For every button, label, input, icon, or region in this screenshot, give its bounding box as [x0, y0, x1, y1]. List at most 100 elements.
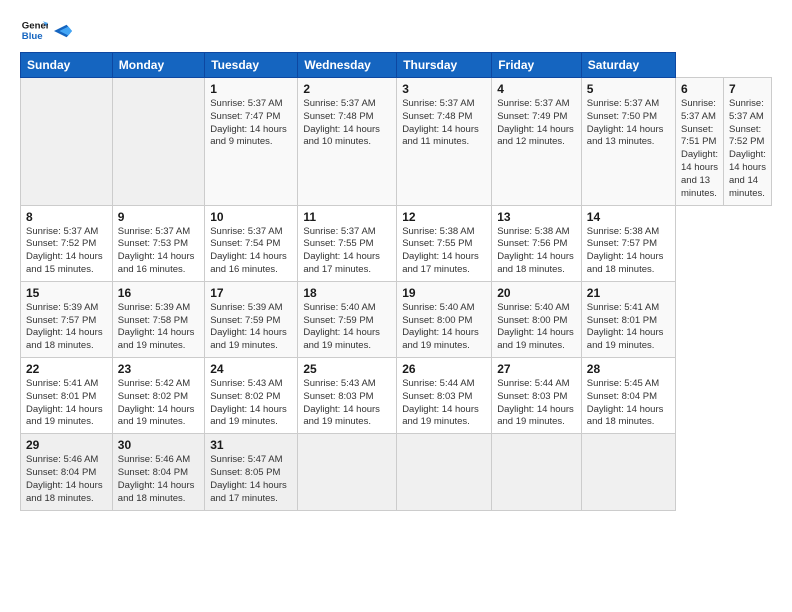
- calendar-day-cell: 26 Sunrise: 5:44 AMSunset: 8:03 PMDaylig…: [397, 358, 492, 434]
- day-info: Sunrise: 5:41 AMSunset: 8:01 PMDaylight:…: [26, 378, 107, 429]
- page: General Blue SundayM: [0, 0, 792, 612]
- calendar-day-cell: 8 Sunrise: 5:37 AMSunset: 7:52 PMDayligh…: [21, 205, 113, 281]
- day-number: 8: [26, 210, 107, 224]
- day-info: Sunrise: 5:37 AMSunset: 7:48 PMDaylight:…: [303, 98, 391, 149]
- calendar-day-cell: 19 Sunrise: 5:40 AMSunset: 8:00 PMDaylig…: [397, 281, 492, 357]
- calendar-week-row: 22 Sunrise: 5:41 AMSunset: 8:01 PMDaylig…: [21, 358, 772, 434]
- calendar-day-cell: 15 Sunrise: 5:39 AMSunset: 7:57 PMDaylig…: [21, 281, 113, 357]
- calendar-header-day: Tuesday: [205, 53, 298, 78]
- calendar-week-row: 1 Sunrise: 5:37 AMSunset: 7:47 PMDayligh…: [21, 78, 772, 206]
- calendar-day-cell: 31 Sunrise: 5:47 AMSunset: 8:05 PMDaylig…: [205, 434, 298, 510]
- day-info: Sunrise: 5:37 AMSunset: 7:54 PMDaylight:…: [210, 226, 292, 277]
- calendar-day-cell: [298, 434, 397, 510]
- day-info: Sunrise: 5:39 AMSunset: 7:57 PMDaylight:…: [26, 302, 107, 353]
- day-number: 31: [210, 438, 292, 452]
- day-number: 13: [497, 210, 576, 224]
- day-number: 5: [587, 82, 670, 96]
- day-number: 11: [303, 210, 391, 224]
- calendar-week-row: 8 Sunrise: 5:37 AMSunset: 7:52 PMDayligh…: [21, 205, 772, 281]
- day-number: 20: [497, 286, 576, 300]
- logo-icon: General Blue: [20, 16, 48, 44]
- calendar-day-cell: 17 Sunrise: 5:39 AMSunset: 7:59 PMDaylig…: [205, 281, 298, 357]
- day-number: 22: [26, 362, 107, 376]
- day-number: 3: [402, 82, 486, 96]
- calendar-day-cell: 20 Sunrise: 5:40 AMSunset: 8:00 PMDaylig…: [492, 281, 582, 357]
- calendar-header: SundayMondayTuesdayWednesdayThursdayFrid…: [21, 53, 772, 78]
- calendar-header-day: Friday: [492, 53, 582, 78]
- day-number: 10: [210, 210, 292, 224]
- day-info: Sunrise: 5:40 AMSunset: 8:00 PMDaylight:…: [497, 302, 576, 353]
- calendar-day-cell: [21, 78, 113, 206]
- day-info: Sunrise: 5:37 AMSunset: 7:52 PMDaylight:…: [729, 98, 766, 201]
- calendar-day-cell: 23 Sunrise: 5:42 AMSunset: 8:02 PMDaylig…: [112, 358, 204, 434]
- day-info: Sunrise: 5:37 AMSunset: 7:47 PMDaylight:…: [210, 98, 292, 149]
- calendar-day-cell: 30 Sunrise: 5:46 AMSunset: 8:04 PMDaylig…: [112, 434, 204, 510]
- svg-text:Blue: Blue: [22, 31, 43, 42]
- calendar-table: SundayMondayTuesdayWednesdayThursdayFrid…: [20, 52, 772, 511]
- day-info: Sunrise: 5:44 AMSunset: 8:03 PMDaylight:…: [497, 378, 576, 429]
- day-number: 21: [587, 286, 670, 300]
- day-number: 26: [402, 362, 486, 376]
- day-number: 28: [587, 362, 670, 376]
- calendar-day-cell: 9 Sunrise: 5:37 AMSunset: 7:53 PMDayligh…: [112, 205, 204, 281]
- day-number: 1: [210, 82, 292, 96]
- day-info: Sunrise: 5:46 AMSunset: 8:04 PMDaylight:…: [26, 454, 107, 505]
- calendar-header-day: Sunday: [21, 53, 113, 78]
- calendar-week-row: 29 Sunrise: 5:46 AMSunset: 8:04 PMDaylig…: [21, 434, 772, 510]
- calendar-day-cell: 12 Sunrise: 5:38 AMSunset: 7:55 PMDaylig…: [397, 205, 492, 281]
- day-info: Sunrise: 5:40 AMSunset: 7:59 PMDaylight:…: [303, 302, 391, 353]
- calendar-day-cell: 25 Sunrise: 5:43 AMSunset: 8:03 PMDaylig…: [298, 358, 397, 434]
- calendar-day-cell: 7 Sunrise: 5:37 AMSunset: 7:52 PMDayligh…: [723, 78, 771, 206]
- calendar-day-cell: 21 Sunrise: 5:41 AMSunset: 8:01 PMDaylig…: [581, 281, 675, 357]
- logo: General Blue: [20, 16, 72, 44]
- day-number: 30: [118, 438, 199, 452]
- day-number: 18: [303, 286, 391, 300]
- day-number: 17: [210, 286, 292, 300]
- day-number: 2: [303, 82, 391, 96]
- day-info: Sunrise: 5:39 AMSunset: 7:59 PMDaylight:…: [210, 302, 292, 353]
- calendar-day-cell: [492, 434, 582, 510]
- calendar-header-day: Wednesday: [298, 53, 397, 78]
- calendar-day-cell: 11 Sunrise: 5:37 AMSunset: 7:55 PMDaylig…: [298, 205, 397, 281]
- day-number: 12: [402, 210, 486, 224]
- day-info: Sunrise: 5:44 AMSunset: 8:03 PMDaylight:…: [402, 378, 486, 429]
- day-number: 6: [681, 82, 718, 96]
- day-info: Sunrise: 5:41 AMSunset: 8:01 PMDaylight:…: [587, 302, 670, 353]
- day-info: Sunrise: 5:46 AMSunset: 8:04 PMDaylight:…: [118, 454, 199, 505]
- day-number: 29: [26, 438, 107, 452]
- calendar-week-row: 15 Sunrise: 5:39 AMSunset: 7:57 PMDaylig…: [21, 281, 772, 357]
- day-number: 23: [118, 362, 199, 376]
- calendar-day-cell: 3 Sunrise: 5:37 AMSunset: 7:48 PMDayligh…: [397, 78, 492, 206]
- day-number: 19: [402, 286, 486, 300]
- day-number: 24: [210, 362, 292, 376]
- day-info: Sunrise: 5:37 AMSunset: 7:55 PMDaylight:…: [303, 226, 391, 277]
- day-info: Sunrise: 5:42 AMSunset: 8:02 PMDaylight:…: [118, 378, 199, 429]
- calendar-day-cell: 14 Sunrise: 5:38 AMSunset: 7:57 PMDaylig…: [581, 205, 675, 281]
- day-number: 14: [587, 210, 670, 224]
- calendar-day-cell: 24 Sunrise: 5:43 AMSunset: 8:02 PMDaylig…: [205, 358, 298, 434]
- day-info: Sunrise: 5:43 AMSunset: 8:03 PMDaylight:…: [303, 378, 391, 429]
- day-info: Sunrise: 5:43 AMSunset: 8:02 PMDaylight:…: [210, 378, 292, 429]
- day-number: 7: [729, 82, 766, 96]
- day-number: 27: [497, 362, 576, 376]
- calendar-day-cell: 6 Sunrise: 5:37 AMSunset: 7:51 PMDayligh…: [676, 78, 724, 206]
- calendar-day-cell: 13 Sunrise: 5:38 AMSunset: 7:56 PMDaylig…: [492, 205, 582, 281]
- calendar-day-cell: 28 Sunrise: 5:45 AMSunset: 8:04 PMDaylig…: [581, 358, 675, 434]
- calendar-header-day: Thursday: [397, 53, 492, 78]
- calendar-day-cell: 5 Sunrise: 5:37 AMSunset: 7:50 PMDayligh…: [581, 78, 675, 206]
- day-number: 15: [26, 286, 107, 300]
- calendar-day-cell: 27 Sunrise: 5:44 AMSunset: 8:03 PMDaylig…: [492, 358, 582, 434]
- day-info: Sunrise: 5:38 AMSunset: 7:56 PMDaylight:…: [497, 226, 576, 277]
- calendar-day-cell: 2 Sunrise: 5:37 AMSunset: 7:48 PMDayligh…: [298, 78, 397, 206]
- calendar-day-cell: 22 Sunrise: 5:41 AMSunset: 8:01 PMDaylig…: [21, 358, 113, 434]
- day-number: 4: [497, 82, 576, 96]
- calendar-day-cell: [581, 434, 675, 510]
- logo-arrow: [54, 24, 72, 38]
- day-info: Sunrise: 5:37 AMSunset: 7:49 PMDaylight:…: [497, 98, 576, 149]
- calendar-day-cell: 29 Sunrise: 5:46 AMSunset: 8:04 PMDaylig…: [21, 434, 113, 510]
- day-info: Sunrise: 5:37 AMSunset: 7:52 PMDaylight:…: [26, 226, 107, 277]
- day-info: Sunrise: 5:38 AMSunset: 7:57 PMDaylight:…: [587, 226, 670, 277]
- day-info: Sunrise: 5:37 AMSunset: 7:50 PMDaylight:…: [587, 98, 670, 149]
- day-number: 25: [303, 362, 391, 376]
- calendar-day-cell: 16 Sunrise: 5:39 AMSunset: 7:58 PMDaylig…: [112, 281, 204, 357]
